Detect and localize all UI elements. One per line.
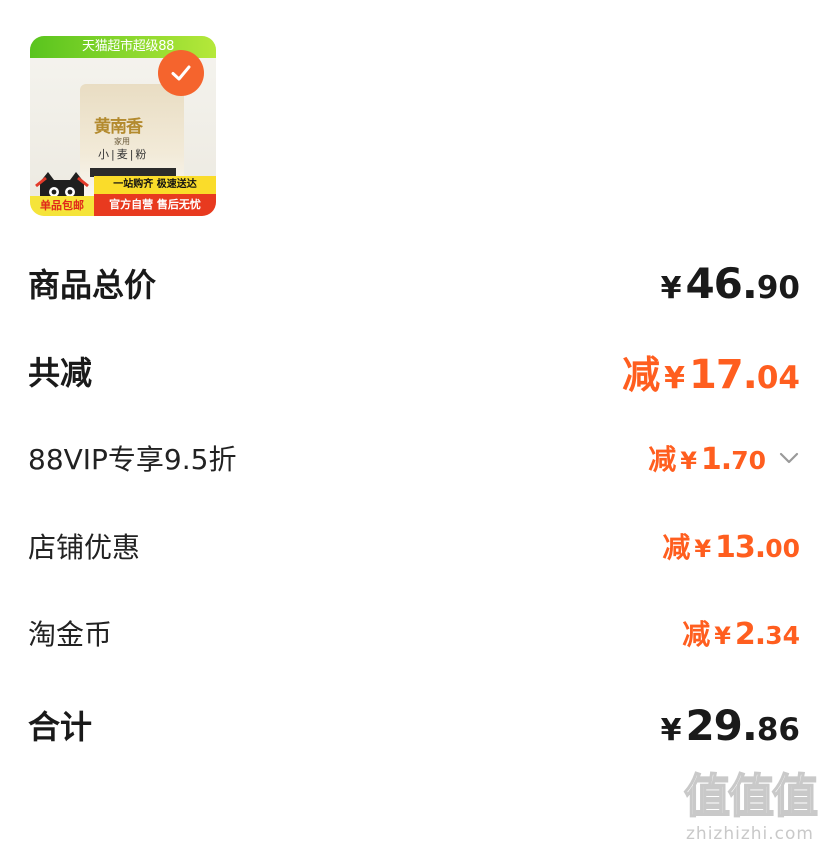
free-shipping-badge: 单品包邮	[30, 196, 94, 216]
amount-decimal: 70	[731, 446, 766, 475]
promo-band: 一站购齐 极速送达	[94, 176, 216, 194]
coins-discount-value: 减 ¥2. 34	[682, 613, 800, 653]
reduction-label: 共减	[28, 354, 93, 392]
row-vip-discount[interactable]: 88VIP专享9.5折 减 ¥1. 70	[28, 428, 800, 488]
currency-symbol: ¥	[664, 360, 685, 396]
amount-decimal: 00	[765, 534, 800, 563]
reduction-prefix: 减	[622, 352, 661, 397]
currency-symbol: ¥	[660, 270, 682, 306]
promo-band-2: 官方自营 售后无忧	[94, 194, 216, 216]
amount-integer: 13.	[715, 530, 766, 565]
amount-decimal: 04	[756, 359, 800, 396]
currency-symbol: ¥	[694, 535, 712, 563]
amount-integer: 1.	[700, 442, 732, 477]
store-discount-label: 店铺优惠	[28, 531, 141, 564]
amount-decimal: 90	[756, 269, 800, 306]
watermark-url: zhizhizhi.com	[686, 824, 814, 844]
reduction-prefix: 减	[648, 443, 677, 476]
row-store-discount: 店铺优惠 减 ¥13. 00	[28, 516, 800, 576]
vip-discount-value[interactable]: 减 ¥1. 70	[648, 438, 800, 478]
amount-integer: 17.	[689, 351, 758, 398]
reduction-prefix: 减	[662, 531, 691, 564]
store-discount-value: 减 ¥13. 00	[662, 526, 800, 566]
amount-integer: 2.	[734, 617, 766, 652]
total-price-label: 商品总价	[28, 266, 157, 304]
reduction-value: 减 ¥17. 04	[622, 344, 800, 399]
chevron-down-icon[interactable]	[778, 451, 800, 465]
grand-total-label: 合计	[28, 708, 93, 746]
amount-decimal: 86	[756, 711, 800, 748]
reduction-prefix: 减	[682, 618, 711, 651]
bag-name: 小|麦|粉	[98, 148, 149, 161]
vip-discount-label: 88VIP专享9.5折	[28, 443, 237, 476]
total-price-value: ¥46. 90	[661, 259, 800, 308]
watermark-logo: 值值值	[683, 768, 819, 824]
site-watermark: 值值值 zhizhizhi.com	[680, 768, 820, 844]
coins-discount-label: 淘金币	[28, 618, 113, 651]
product-thumbnail[interactable]: 天猫超市超级88 黄南香 家用 小|麦|粉 荣 一站购齐 极速送达 官方自营 售…	[30, 36, 216, 216]
row-coins-discount: 淘金币 减 ¥2. 34	[28, 603, 800, 663]
amount-integer: 29.	[685, 700, 757, 750]
row-grand-total: 合计 ¥29. 86	[28, 695, 800, 755]
amount-decimal: 34	[765, 621, 800, 650]
amount-integer: 46.	[685, 258, 757, 308]
row-total-reduction: 共减 减 ¥17. 04	[28, 341, 800, 401]
currency-symbol: ¥	[660, 712, 682, 748]
row-total-price: 商品总价 ¥46. 90	[28, 253, 800, 313]
currency-symbol: ¥	[714, 622, 731, 650]
bag-brand: 黄南香	[94, 117, 143, 137]
currency-symbol: ¥	[680, 447, 697, 475]
grand-total-value: ¥29. 86	[661, 701, 800, 750]
check-icon	[158, 50, 204, 96]
